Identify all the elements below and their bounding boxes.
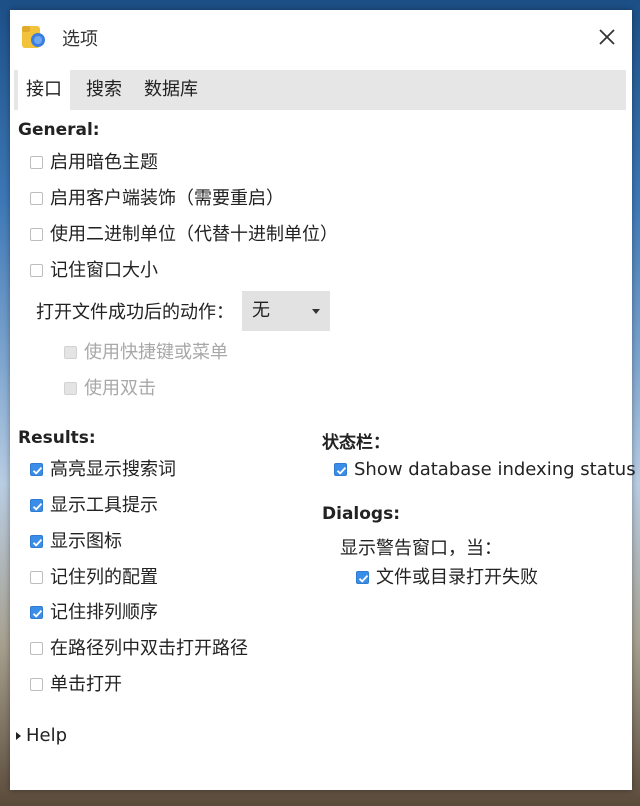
dialogs-subtitle: 显示警告窗口，当： — [340, 538, 502, 559]
binary-units-label: 使用二进制单位（代替十进制单位） — [50, 224, 338, 245]
remember-sort-order-checkbox[interactable] — [30, 606, 43, 619]
binary-units-checkbox[interactable] — [30, 228, 43, 241]
dialogs-section-title: Dialogs: — [322, 504, 401, 524]
open-action-value: 无 — [252, 300, 270, 321]
show-icons-label: 显示图标 — [50, 531, 122, 552]
highlight-terms-checkbox[interactable] — [30, 463, 43, 476]
dark-theme-checkbox[interactable] — [30, 156, 43, 169]
show-tooltips-label: 显示工具提示 — [50, 495, 158, 516]
remember-window-size-label: 记住窗口大小 — [50, 260, 158, 281]
statusbar-section-title: 状态栏： — [322, 433, 390, 453]
options-window: 选项 接口 搜索 数据库 General: 启用暗色主题 启用客户端装饰（需要重… — [10, 10, 636, 790]
tab-search[interactable]: 搜索 — [78, 70, 130, 110]
db-indexing-status-checkbox[interactable] — [334, 463, 347, 476]
highlight-terms-label: 高亮显示搜索词 — [50, 459, 176, 480]
show-icons-checkbox[interactable] — [30, 535, 43, 548]
single-click-open-checkbox[interactable] — [30, 678, 43, 691]
dropdown-arrow-icon — [312, 309, 320, 314]
title-bar: 选项 — [10, 10, 632, 66]
window-title: 选项 — [62, 29, 98, 50]
single-click-open-label: 单击打开 — [50, 674, 122, 695]
double-click-label: 使用双击 — [84, 378, 156, 399]
general-section-title: General: — [18, 120, 100, 140]
shortcut-menu-label: 使用快捷键或菜单 — [84, 342, 228, 363]
remember-sort-order-label: 记住排列顺序 — [50, 602, 158, 623]
tab-bar: 接口 搜索 数据库 — [14, 70, 626, 110]
db-indexing-status-label: Show database indexing status — [354, 459, 636, 480]
double-click-path-label: 在路径列中双击打开路径 — [50, 638, 248, 659]
show-tooltips-checkbox[interactable] — [30, 499, 43, 512]
double-click-checkbox — [64, 382, 77, 395]
remember-window-size-checkbox[interactable] — [30, 264, 43, 277]
tab-interface[interactable]: 接口 — [18, 70, 70, 110]
open-action-label: 打开文件成功后的动作： — [36, 302, 234, 323]
close-icon[interactable] — [594, 24, 620, 50]
app-folder-search-icon — [22, 26, 45, 48]
tab-database[interactable]: 数据库 — [136, 70, 206, 110]
open-fail-warning-checkbox[interactable] — [356, 571, 369, 584]
expander-arrow-icon — [16, 732, 21, 740]
open-fail-warning-label: 文件或目录打开失败 — [376, 567, 538, 588]
open-action-dropdown[interactable]: 无 — [242, 291, 330, 331]
dark-theme-label: 启用暗色主题 — [50, 152, 158, 173]
shortcut-menu-checkbox — [64, 346, 77, 359]
results-section-title: Results: — [18, 428, 96, 448]
help-label: Help — [26, 725, 68, 746]
remember-columns-checkbox[interactable] — [30, 571, 43, 584]
client-decorations-checkbox[interactable] — [30, 192, 43, 205]
double-click-path-checkbox[interactable] — [30, 642, 43, 655]
client-decorations-label: 启用客户端装饰（需要重启） — [50, 188, 284, 209]
remember-columns-label: 记住列的配置 — [50, 567, 158, 588]
